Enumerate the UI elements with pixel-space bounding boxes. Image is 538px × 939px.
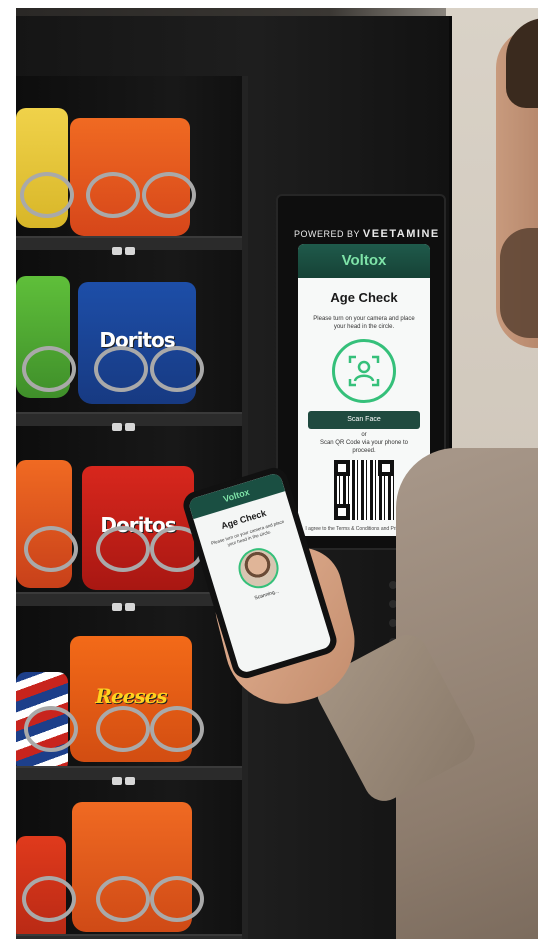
price-tag <box>112 418 142 431</box>
voltox-logo: Voltox <box>341 252 387 269</box>
or-divider: or <box>361 432 367 439</box>
spiral-coil <box>150 706 204 752</box>
spiral-coil <box>94 346 148 392</box>
powered-by-brand: VEETAMINE <box>362 228 440 240</box>
shelf <box>16 934 242 939</box>
person-beard <box>500 228 538 338</box>
phone-face-preview <box>233 542 284 593</box>
spiral-coil <box>20 172 74 218</box>
spiral-coil <box>142 172 196 218</box>
spiral-coil <box>22 876 76 922</box>
spiral-coil <box>96 706 150 752</box>
powered-by-label: POWERED BY VEETAMINE <box>294 228 444 240</box>
phone-voltox-logo: Voltox <box>222 486 251 505</box>
spiral-coil <box>22 346 76 392</box>
scan-face-button[interactable]: Scan Face <box>308 411 420 430</box>
photo-scene: Doritos Doritos Reeses POWERED BY VEETAM… <box>16 8 538 939</box>
reeses-label: Reeses <box>95 683 167 708</box>
kiosk-title: Age Check <box>330 290 398 305</box>
spiral-coil <box>150 346 204 392</box>
kiosk-instructions: Please turn on your camera and place you… <box>313 316 415 331</box>
spiral-coil <box>86 172 140 218</box>
price-tag <box>112 598 142 611</box>
spiral-coil <box>96 876 150 922</box>
face-scan-icon <box>332 339 396 404</box>
spiral-coil <box>150 876 204 922</box>
qr-code-icon[interactable] <box>334 459 394 520</box>
qr-instructions: Scan QR Code via your phone to proceed. <box>319 440 409 454</box>
price-tag <box>112 242 142 255</box>
spiral-coil <box>24 526 78 572</box>
kiosk-header: Voltox <box>298 244 430 278</box>
price-tag <box>112 772 142 785</box>
spiral-coil <box>24 706 78 752</box>
spiral-coil <box>96 526 150 572</box>
powered-by-prefix: POWERED BY <box>294 229 360 239</box>
